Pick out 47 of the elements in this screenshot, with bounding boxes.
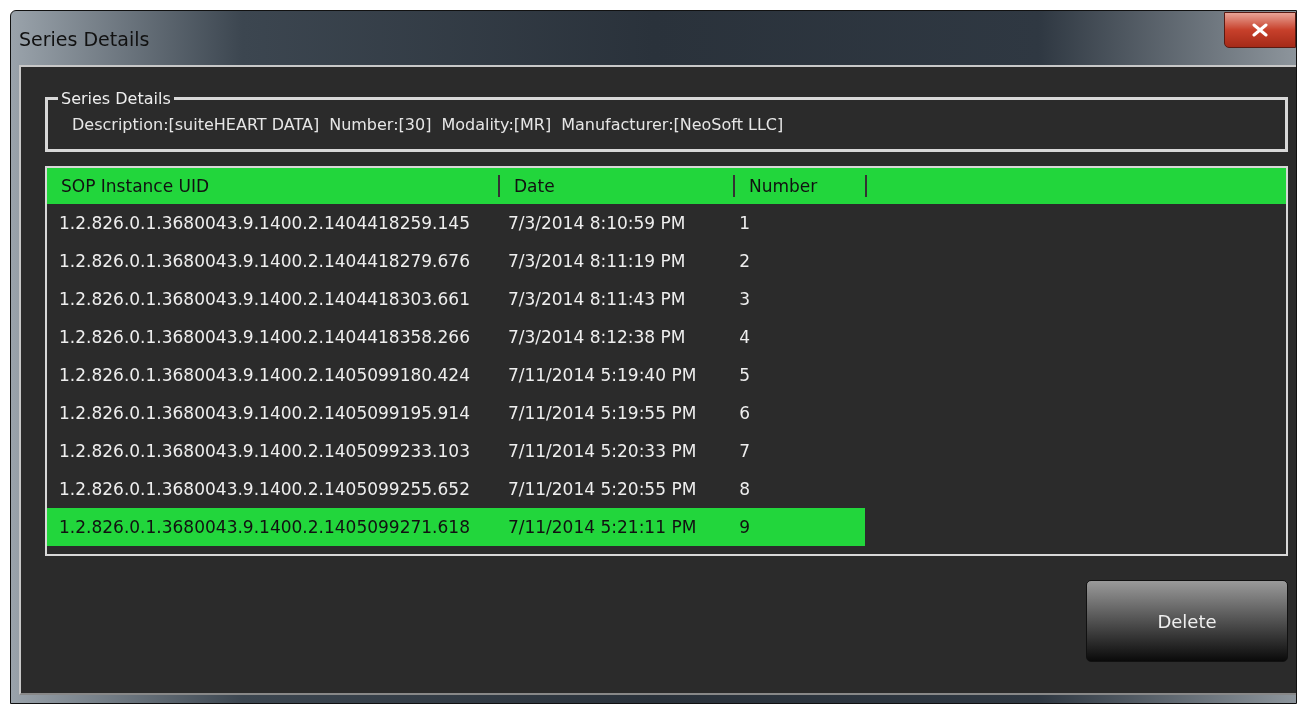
table-row[interactable]: 1.2.826.0.1.3680043.9.1400.2.1404418259.145 7/3/2014 8:10:59 PM 1 [47,204,865,242]
table-cell-text: 6 [738,403,752,423]
detail-text: Description:[suiteHEART DATA] [72,115,320,134]
table-row[interactable]: 1.2.826.0.1.3680043.9.1400.2.1404418303.661 7/3/2014 8:11:43 PM 3 [47,280,865,318]
table-cell-text: 7/3/2014 8:10:59 PM [506,213,687,233]
table-cell-text: 7/11/2014 5:19:55 PM [506,403,698,423]
close-button[interactable] [1224,12,1296,48]
table-cell-text: 2 [738,251,752,271]
table-cell-text: 1 [738,213,752,233]
table-cell-text: 7/11/2014 5:19:40 PM [506,365,698,385]
table-cell-text: 7/11/2014 5:20:55 PM [506,479,698,499]
table-cell-text: 3 [738,289,752,309]
detail-text: Number:[30] [329,115,432,134]
table-cell-text: 9 [738,517,752,537]
table-cell-text: 7/11/2014 5:20:33 PM [506,441,698,461]
table-cell-text: 1.2.826.0.1.3680043.9.1400.2.1405099195.914 [58,403,471,423]
table-cell-text: 7 [738,441,752,461]
column-header[interactable]: Date [500,175,735,197]
table-cell-text: 1.2.826.0.1.3680043.9.1400.2.1404418358.266 [58,327,471,347]
window-title: Series Details [19,28,150,50]
column-header[interactable]: Number [735,175,867,197]
table-cell-text: 4 [738,327,752,347]
close-icon [1251,23,1269,37]
table-row[interactable]: 1.2.826.0.1.3680043.9.1400.2.1405099233.103 7/11/2014 5:20:33 PM 7 [47,432,865,470]
table-row[interactable]: 1.2.826.0.1.3680043.9.1400.2.1405099195.914 7/11/2014 5:19:55 PM 6 [47,394,865,432]
table-cell-text: 1.2.826.0.1.3680043.9.1400.2.1404418259.145 [58,213,471,233]
table-cell-text: 1.2.826.0.1.3680043.9.1400.2.1405099180.424 [58,365,471,385]
detail-text: Manufacturer:[NeoSoft LLC] [561,115,784,134]
table-cell-text: 1.2.826.0.1.3680043.9.1400.2.1404418303.661 [58,289,471,309]
detail-text: Modality:[MR] [441,115,552,134]
table-cell-text: 7/11/2014 5:21:11 PM [506,517,698,537]
table-cell-text: 7/3/2014 8:11:43 PM [506,289,687,309]
table-cell-text: 8 [738,479,752,499]
table-cell-text: 5 [738,365,752,385]
delete-button[interactable]: Delete [1086,580,1288,662]
table-cell-text: 1.2.826.0.1.3680043.9.1400.2.1404418279.676 [58,251,471,271]
column-header[interactable]: SOP Instance UID [47,175,500,197]
table-row[interactable]: 1.2.826.0.1.3680043.9.1400.2.1405099271.618 7/11/2014 5:21:11 PM 9 [47,508,865,546]
table-cell-text: 1.2.826.0.1.3680043.9.1400.2.1405099233.103 [58,441,471,461]
table-cell-text: 1.2.826.0.1.3680043.9.1400.2.1405099255.652 [58,479,471,499]
table-row[interactable]: 1.2.826.0.1.3680043.9.1400.2.1405099255.652 7/11/2014 5:20:55 PM 8 [47,470,865,508]
table-row[interactable]: 1.2.826.0.1.3680043.9.1400.2.1404418358.266 7/3/2014 8:12:38 PM 4 [47,318,865,356]
table-row[interactable]: 1.2.826.0.1.3680043.9.1400.2.1404418279.676 7/3/2014 8:11:19 PM 2 [47,242,865,280]
table-cell-text: 1.2.826.0.1.3680043.9.1400.2.1405099271.618 [58,517,471,537]
table-row[interactable]: 1.2.826.0.1.3680043.9.1400.2.1405099180.424 7/11/2014 5:19:40 PM 5 [47,356,865,394]
table-cell-text: 7/3/2014 8:12:38 PM [506,327,687,347]
table-cell-text: 7/3/2014 8:11:19 PM [506,251,687,271]
